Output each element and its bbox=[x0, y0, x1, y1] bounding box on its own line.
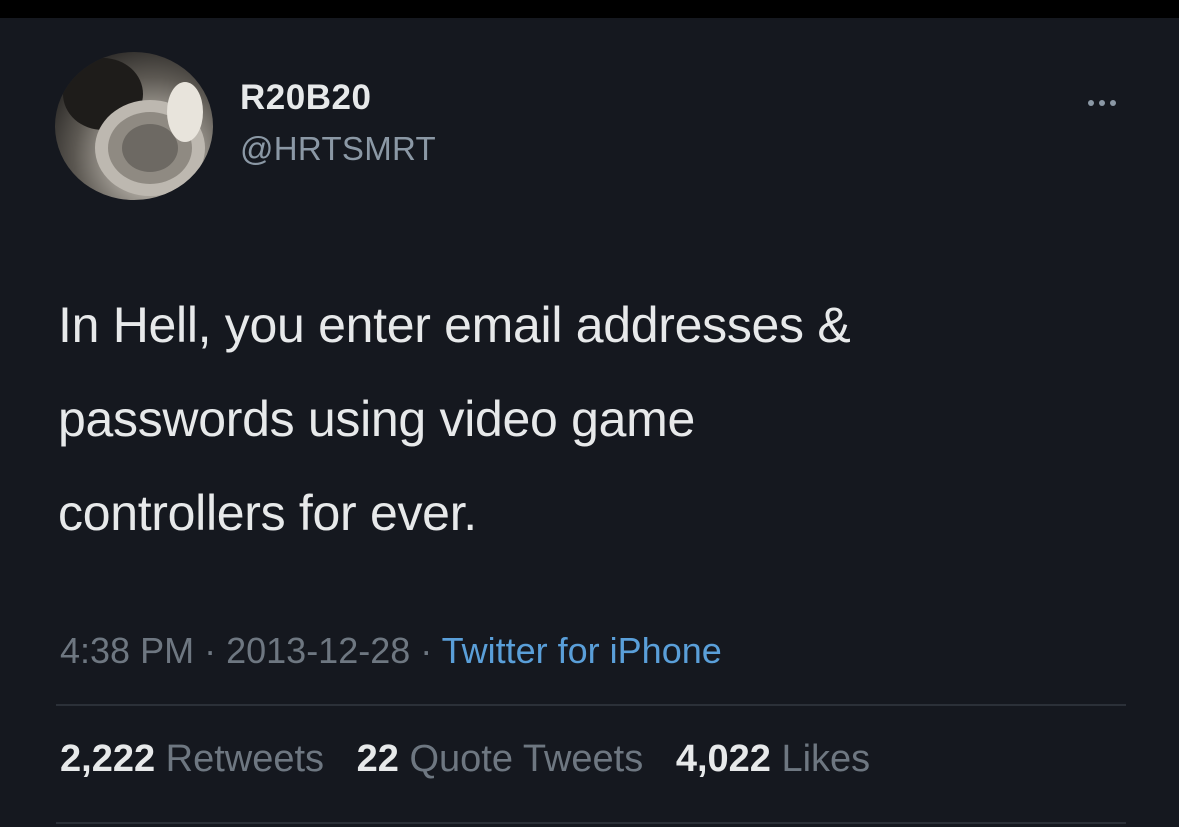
likes-count: 4,022 bbox=[675, 738, 771, 780]
display-name[interactable]: R20B20 bbox=[240, 78, 371, 118]
quote-tweets-stat[interactable]: 22 Quote Tweets bbox=[357, 738, 644, 781]
retweets-stat[interactable]: 2,222 Retweets bbox=[60, 738, 324, 781]
tweet-stats: 2,222 Retweets 22 Quote Tweets 4,022 Lik… bbox=[60, 738, 892, 781]
divider bbox=[56, 704, 1126, 706]
likes-label: Likes bbox=[781, 738, 871, 780]
tweet-line: In Hell, you enter email addresses & bbox=[58, 297, 851, 353]
quote-tweets-label: Quote Tweets bbox=[409, 738, 644, 780]
avatar-photo-icon bbox=[63, 58, 205, 196]
tweet-source-link[interactable]: Twitter for iPhone bbox=[442, 630, 722, 671]
tweet-line: passwords using video game bbox=[58, 391, 696, 447]
retweets-count: 2,222 bbox=[60, 738, 156, 780]
likes-stat[interactable]: 4,022 Likes bbox=[676, 738, 870, 781]
dot bbox=[1110, 100, 1116, 106]
retweets-label: Retweets bbox=[165, 738, 325, 780]
dot bbox=[1099, 100, 1105, 106]
user-handle[interactable]: @HRTSMRT bbox=[240, 130, 436, 168]
more-options-icon[interactable] bbox=[1072, 88, 1132, 118]
tweet-line: controllers for ever. bbox=[58, 485, 477, 541]
tweet-meta: 4:38 PM · 2013-12-28 · Twitter for iPhon… bbox=[60, 630, 722, 672]
quote-tweets-count: 22 bbox=[356, 738, 399, 780]
dot bbox=[1088, 100, 1094, 106]
divider bbox=[56, 822, 1126, 824]
tweet-date[interactable]: 2013-12-28 bbox=[226, 630, 410, 671]
tweet-time[interactable]: 4:38 PM bbox=[60, 630, 194, 671]
meta-separator: · bbox=[420, 630, 433, 671]
meta-separator: · bbox=[204, 630, 217, 671]
tweet-card: R20B20 @HRTSMRT In Hell, you enter email… bbox=[0, 18, 1179, 827]
user-avatar[interactable] bbox=[55, 52, 213, 200]
tweet-text: In Hell, you enter email addresses & pas… bbox=[58, 278, 1138, 560]
